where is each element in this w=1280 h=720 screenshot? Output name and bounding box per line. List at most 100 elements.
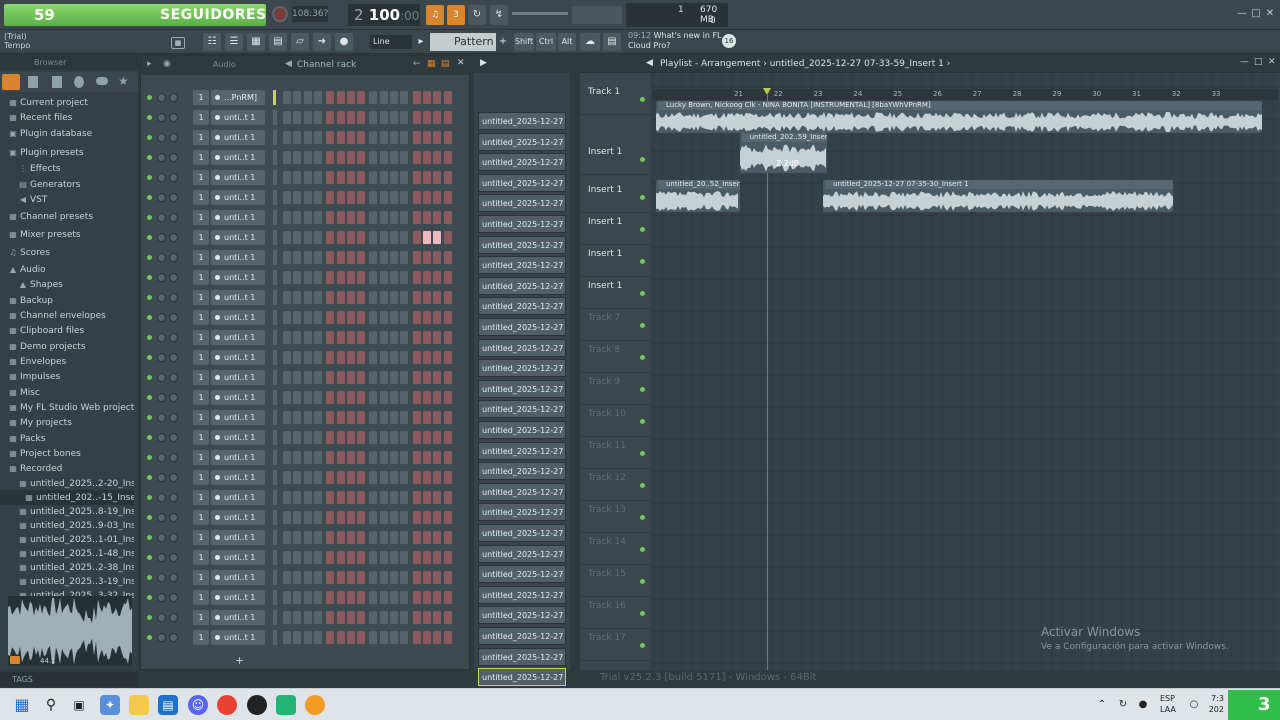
browser-add-icon[interactable] <box>2 74 20 90</box>
shift-button[interactable]: Shift <box>514 33 534 51</box>
step-button[interactable] <box>346 91 355 104</box>
channel-filter[interactable]: Audio <box>213 60 236 69</box>
channel-mixer-track[interactable]: 1 <box>193 550 209 565</box>
pattern-item[interactable]: untitled_2025-12-27 07-... <box>478 256 566 275</box>
arrow-left-icon[interactable]: ← <box>413 59 421 69</box>
step-button[interactable] <box>443 211 452 224</box>
channel-mute-led[interactable] <box>147 515 152 520</box>
step-button[interactable] <box>443 611 452 624</box>
step-button[interactable] <box>357 471 366 484</box>
step-button[interactable] <box>400 131 409 144</box>
step-button[interactable] <box>303 611 312 624</box>
step-button[interactable] <box>293 231 302 244</box>
channel-mute-led[interactable] <box>147 455 152 460</box>
step-button[interactable] <box>336 471 345 484</box>
step-button[interactable] <box>390 571 398 584</box>
pattern-selector[interactable]: Pattern 1 <box>430 33 496 66</box>
step-button[interactable] <box>357 511 366 524</box>
channel-mixer-track[interactable]: 1 <box>193 530 209 545</box>
step-button[interactable] <box>369 571 378 584</box>
pattern-item[interactable]: untitled_2025-12-27 07-... <box>478 606 566 625</box>
step-button[interactable] <box>369 211 378 224</box>
step-button[interactable] <box>390 171 398 184</box>
step-button[interactable] <box>326 391 335 404</box>
channel-volume-knob[interactable] <box>169 353 178 362</box>
step-button[interactable] <box>313 451 322 464</box>
channel-pan-knob[interactable] <box>157 193 166 202</box>
channel-select[interactable] <box>273 310 277 325</box>
channel-name-button[interactable]: unti..t 1 <box>211 330 265 345</box>
step-button[interactable] <box>313 171 322 184</box>
step-button[interactable] <box>390 611 398 624</box>
channel-pan-knob[interactable] <box>157 213 166 222</box>
channel-mixer-track[interactable]: 1 <box>193 90 209 105</box>
pattern-item[interactable]: untitled_2025-12-27 07-... <box>478 132 566 151</box>
channel-name-button[interactable]: unti..t 1 <box>211 490 265 505</box>
channel-name-button[interactable]: unti..t 1 <box>211 370 265 385</box>
channel-select[interactable] <box>273 230 277 245</box>
step-button[interactable] <box>283 131 291 144</box>
step-button[interactable] <box>303 271 312 284</box>
step-button[interactable] <box>390 111 398 124</box>
step-button[interactable] <box>443 431 452 444</box>
channel-mixer-track[interactable]: 1 <box>193 130 209 145</box>
cloud-small-icon[interactable] <box>96 77 108 85</box>
arrow-right-icon[interactable]: ➜ <box>313 33 331 51</box>
step-button[interactable] <box>303 91 312 104</box>
step-button[interactable] <box>357 371 366 384</box>
step-button[interactable] <box>346 331 355 344</box>
browser-item[interactable]: ⋮ Effects <box>0 161 134 176</box>
step-button[interactable] <box>346 211 355 224</box>
step-button[interactable] <box>313 311 322 324</box>
track-enable-led[interactable] <box>640 643 645 648</box>
channel-pan-knob[interactable] <box>157 353 166 362</box>
step-button[interactable] <box>400 211 409 224</box>
step-button[interactable] <box>357 251 366 264</box>
step-button[interactable] <box>390 491 398 504</box>
channel-select[interactable] <box>273 590 277 605</box>
step-button[interactable] <box>369 191 378 204</box>
pattern-item[interactable]: untitled_2025-12-27 07-... <box>478 153 566 172</box>
close-icon[interactable]: ✕ <box>1264 8 1276 20</box>
app-icon[interactable] <box>247 695 267 715</box>
step-button[interactable] <box>443 571 452 584</box>
store-app-icon[interactable]: ▤ <box>158 695 178 715</box>
pattern-item[interactable]: untitled_2025-12-27 07-... <box>478 215 566 233</box>
step-button[interactable] <box>357 551 366 564</box>
channel-select[interactable] <box>273 270 277 285</box>
step-button[interactable] <box>346 251 355 264</box>
pattern-item[interactable]: untitled_2025-12-27 07-... <box>478 668 566 687</box>
channel-row[interactable]: 1 unti..t 1 <box>145 549 465 566</box>
channel-mute-led[interactable] <box>147 415 152 420</box>
channel-mute-led[interactable] <box>147 155 152 160</box>
channel-name-button[interactable]: unti..t 1 <box>211 470 265 485</box>
channel-name-button[interactable]: unti..t 1 <box>211 570 265 585</box>
step-button[interactable] <box>336 291 345 304</box>
channel-row[interactable]: 1 unti..t 1 <box>145 489 465 506</box>
step-button[interactable] <box>346 231 355 244</box>
step-button[interactable] <box>346 511 355 524</box>
microphone-icon[interactable]: ● <box>335 33 353 51</box>
step-button[interactable] <box>412 431 421 444</box>
step-button[interactable] <box>283 191 291 204</box>
step-button[interactable] <box>412 391 421 404</box>
channel-volume-knob[interactable] <box>169 473 178 482</box>
step-button[interactable] <box>313 351 322 364</box>
step-button[interactable] <box>293 111 302 124</box>
step-button[interactable] <box>390 251 398 264</box>
plugin-picker-icon[interactable]: ▱ <box>291 33 309 51</box>
step-button[interactable] <box>379 231 388 244</box>
track-header[interactable]: Insert 1 <box>580 277 650 309</box>
step-button[interactable] <box>369 611 378 624</box>
channel-mute-led[interactable] <box>147 395 152 400</box>
channel-row[interactable]: 1 unti..t 1 <box>145 609 465 626</box>
channel-mute-led[interactable] <box>147 495 152 500</box>
channel-name-button[interactable]: unti..t 1 <box>211 430 265 445</box>
tray-chevron-icon[interactable]: ⌃ <box>1092 695 1112 715</box>
channel-select[interactable] <box>273 470 277 485</box>
restore-icon[interactable]: □ <box>1250 8 1262 20</box>
step-button[interactable] <box>326 491 335 504</box>
step-button[interactable] <box>412 351 421 364</box>
step-button[interactable] <box>313 331 322 344</box>
step-button[interactable] <box>346 471 355 484</box>
